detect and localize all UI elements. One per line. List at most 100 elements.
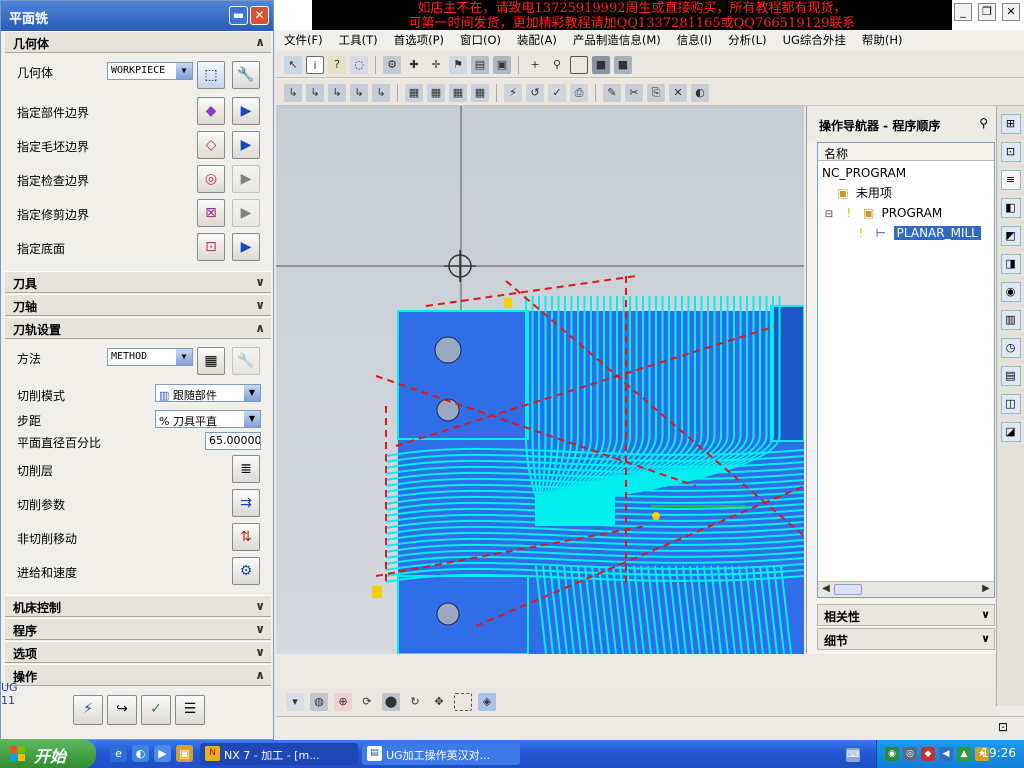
- delete-object-icon[interactable]: ✕: [669, 83, 687, 102]
- create-geometry-icon[interactable]: ↳: [328, 83, 346, 102]
- show-trim-boundary-button[interactable]: ▶: [232, 199, 260, 227]
- minimize-icon[interactable]: ▬: [229, 6, 248, 25]
- column-header-name[interactable]: 名称: [818, 143, 994, 161]
- graphics-viewport[interactable]: [276, 106, 804, 654]
- close-icon[interactable]: ✕: [250, 6, 269, 25]
- menu-pmi[interactable]: 产品制造信息(M): [565, 32, 669, 48]
- generate-button[interactable]: ⚡: [73, 695, 103, 725]
- horizontal-scrollbar[interactable]: ◀ ▶: [818, 581, 994, 597]
- collapse-icon[interactable]: ⊟: [822, 205, 836, 225]
- ie-icon[interactable]: e: [110, 745, 127, 762]
- cut-parameters-button[interactable]: ⇉: [232, 489, 260, 517]
- history-icon[interactable]: ◨: [1000, 254, 1021, 274]
- plus-icon[interactable]: +: [526, 56, 544, 74]
- postprocess-icon[interactable]: ⎙: [570, 83, 588, 102]
- block-icon[interactable]: ■: [614, 55, 632, 74]
- crosshair-icon[interactable]: ✚: [405, 56, 423, 74]
- cube-view-icon[interactable]: ◈: [478, 693, 496, 711]
- program-view-icon[interactable]: ▦: [405, 83, 423, 102]
- view-icon[interactable]: ▣: [493, 55, 511, 74]
- shaded-icon[interactable]: ⬤: [382, 693, 400, 711]
- select-part-boundary-button[interactable]: ◆: [197, 97, 225, 125]
- replay-icon[interactable]: ↺: [526, 83, 544, 102]
- menu-assembly[interactable]: 装配(A): [509, 32, 565, 48]
- cut-pattern-select[interactable]: ▥ 跟随部件 ▼: [155, 384, 261, 402]
- geometry-select[interactable]: WORKPIECE ▼: [107, 62, 193, 80]
- replay-button[interactable]: ↪: [107, 695, 137, 725]
- select-blank-boundary-button[interactable]: ◇: [197, 131, 225, 159]
- select-floor-button[interactable]: ⊡: [197, 233, 225, 261]
- copy-object-icon[interactable]: ⎘: [647, 83, 665, 102]
- menu-file[interactable]: 文件(F): [276, 32, 331, 48]
- close-icon[interactable]: ✕: [1002, 3, 1020, 21]
- operation-nav-icon[interactable]: ≡: [1000, 170, 1021, 190]
- menu-window[interactable]: 窗口(O): [452, 32, 509, 48]
- folder-icon[interactable]: ▣: [176, 745, 193, 762]
- manufacturing-wizard-icon[interactable]: ◪: [1000, 422, 1021, 442]
- edit-method-button[interactable]: 🔧: [232, 347, 260, 375]
- rotate-icon[interactable]: ↻: [406, 693, 424, 711]
- tool-view-icon[interactable]: ▦: [427, 83, 445, 102]
- select-icon[interactable]: ↖: [284, 55, 302, 74]
- percent-diameter-input[interactable]: 65.00000: [205, 432, 261, 450]
- create-tool-icon[interactable]: ↳: [306, 83, 324, 102]
- method-view-icon[interactable]: ▦: [471, 83, 489, 102]
- process-studio-icon[interactable]: ▤: [1000, 366, 1021, 386]
- section-tool-axis[interactable]: 刀轴 ∨: [5, 294, 271, 316]
- create-program-icon[interactable]: ↳: [284, 83, 302, 102]
- taskbar-nx-window[interactable]: N NX 7 - 加工 - [m...: [200, 743, 358, 765]
- info-icon[interactable]: i: [306, 55, 324, 74]
- fullscreen-icon[interactable]: ⊡: [998, 720, 1008, 734]
- new-method-button[interactable]: ▦: [197, 347, 225, 375]
- section-actions[interactable]: 操作 ∧: [5, 664, 271, 686]
- volume-icon[interactable]: ◀: [939, 747, 953, 761]
- feeds-speeds-button[interactable]: ⚙: [232, 557, 260, 585]
- browser-icon[interactable]: ◐: [132, 745, 149, 762]
- tray-app-icon[interactable]: ◎: [903, 747, 917, 761]
- palette-icon[interactable]: ◩: [1000, 226, 1021, 246]
- edit-object-icon[interactable]: ✎: [603, 83, 621, 102]
- snap-icon[interactable]: ◌: [350, 55, 368, 74]
- assembly-nav-icon[interactable]: ⊞: [1000, 114, 1021, 134]
- section-geometry[interactable]: 几何体 ∧: [5, 31, 271, 53]
- zoom-window-icon[interactable]: [454, 693, 472, 711]
- section-path-settings[interactable]: 刀轨设置 ∧: [5, 317, 271, 339]
- part-nav-icon[interactable]: ⊡: [1000, 142, 1021, 162]
- tree-node-program[interactable]: ⊟ ! ▣ PROGRAM: [822, 203, 994, 223]
- network-icon[interactable]: ◉: [885, 747, 899, 761]
- geometry-view-icon[interactable]: ▦: [449, 83, 467, 102]
- point-icon[interactable]: ✛: [427, 56, 445, 74]
- antivirus-icon[interactable]: ◆: [921, 747, 935, 761]
- scroll-left-icon[interactable]: ◀: [819, 583, 833, 596]
- verify-button[interactable]: ✓: [141, 695, 171, 725]
- pan-icon[interactable]: ✥: [430, 693, 448, 711]
- media-icon[interactable]: ▶: [154, 745, 171, 762]
- edit-geometry-button[interactable]: 🔧: [232, 61, 260, 89]
- roles-icon[interactable]: ◫: [1000, 394, 1021, 414]
- keyboard-icon[interactable]: ⌨: [846, 748, 860, 762]
- stepover-select[interactable]: % 刀具平直 ▼: [155, 410, 261, 428]
- section-tool[interactable]: 刀具 ∨: [5, 271, 271, 293]
- show-blank-boundary-button[interactable]: ▶: [232, 131, 260, 159]
- cut-levels-button[interactable]: ≣: [232, 455, 260, 483]
- pin-icon[interactable]: ⚲: [979, 116, 988, 130]
- new-geometry-button[interactable]: ⬚: [197, 61, 225, 89]
- layer-icon[interactable]: ▤: [471, 55, 489, 74]
- dropdown-icon[interactable]: ▾: [286, 693, 304, 711]
- refresh-icon[interactable]: ⟳: [358, 693, 376, 711]
- help-icon[interactable]: ?: [328, 55, 346, 74]
- section-options[interactable]: 选项 ∨: [5, 641, 271, 663]
- select-trim-boundary-button[interactable]: ⊠: [197, 199, 225, 227]
- reuse-library-icon[interactable]: ◧: [1000, 198, 1021, 218]
- tree-node-planar-mill[interactable]: ! ⊢ PLANAR_MILL: [854, 223, 994, 243]
- web-browser-icon[interactable]: ◉: [1000, 282, 1021, 302]
- select-check-boundary-button[interactable]: ◎: [197, 165, 225, 193]
- cut-object-icon[interactable]: ✂: [625, 83, 643, 102]
- filter-icon[interactable]: ⚑: [449, 55, 467, 74]
- tree-node-nc-program[interactable]: NC_PROGRAM: [822, 163, 994, 183]
- create-operation-icon[interactable]: ↳: [372, 83, 390, 102]
- solid-icon[interactable]: ■: [592, 55, 610, 74]
- generate-icon[interactable]: ⚡: [504, 83, 522, 102]
- section-dependencies[interactable]: 相关性 ∨: [817, 604, 995, 626]
- list-button[interactable]: ☰: [175, 695, 205, 725]
